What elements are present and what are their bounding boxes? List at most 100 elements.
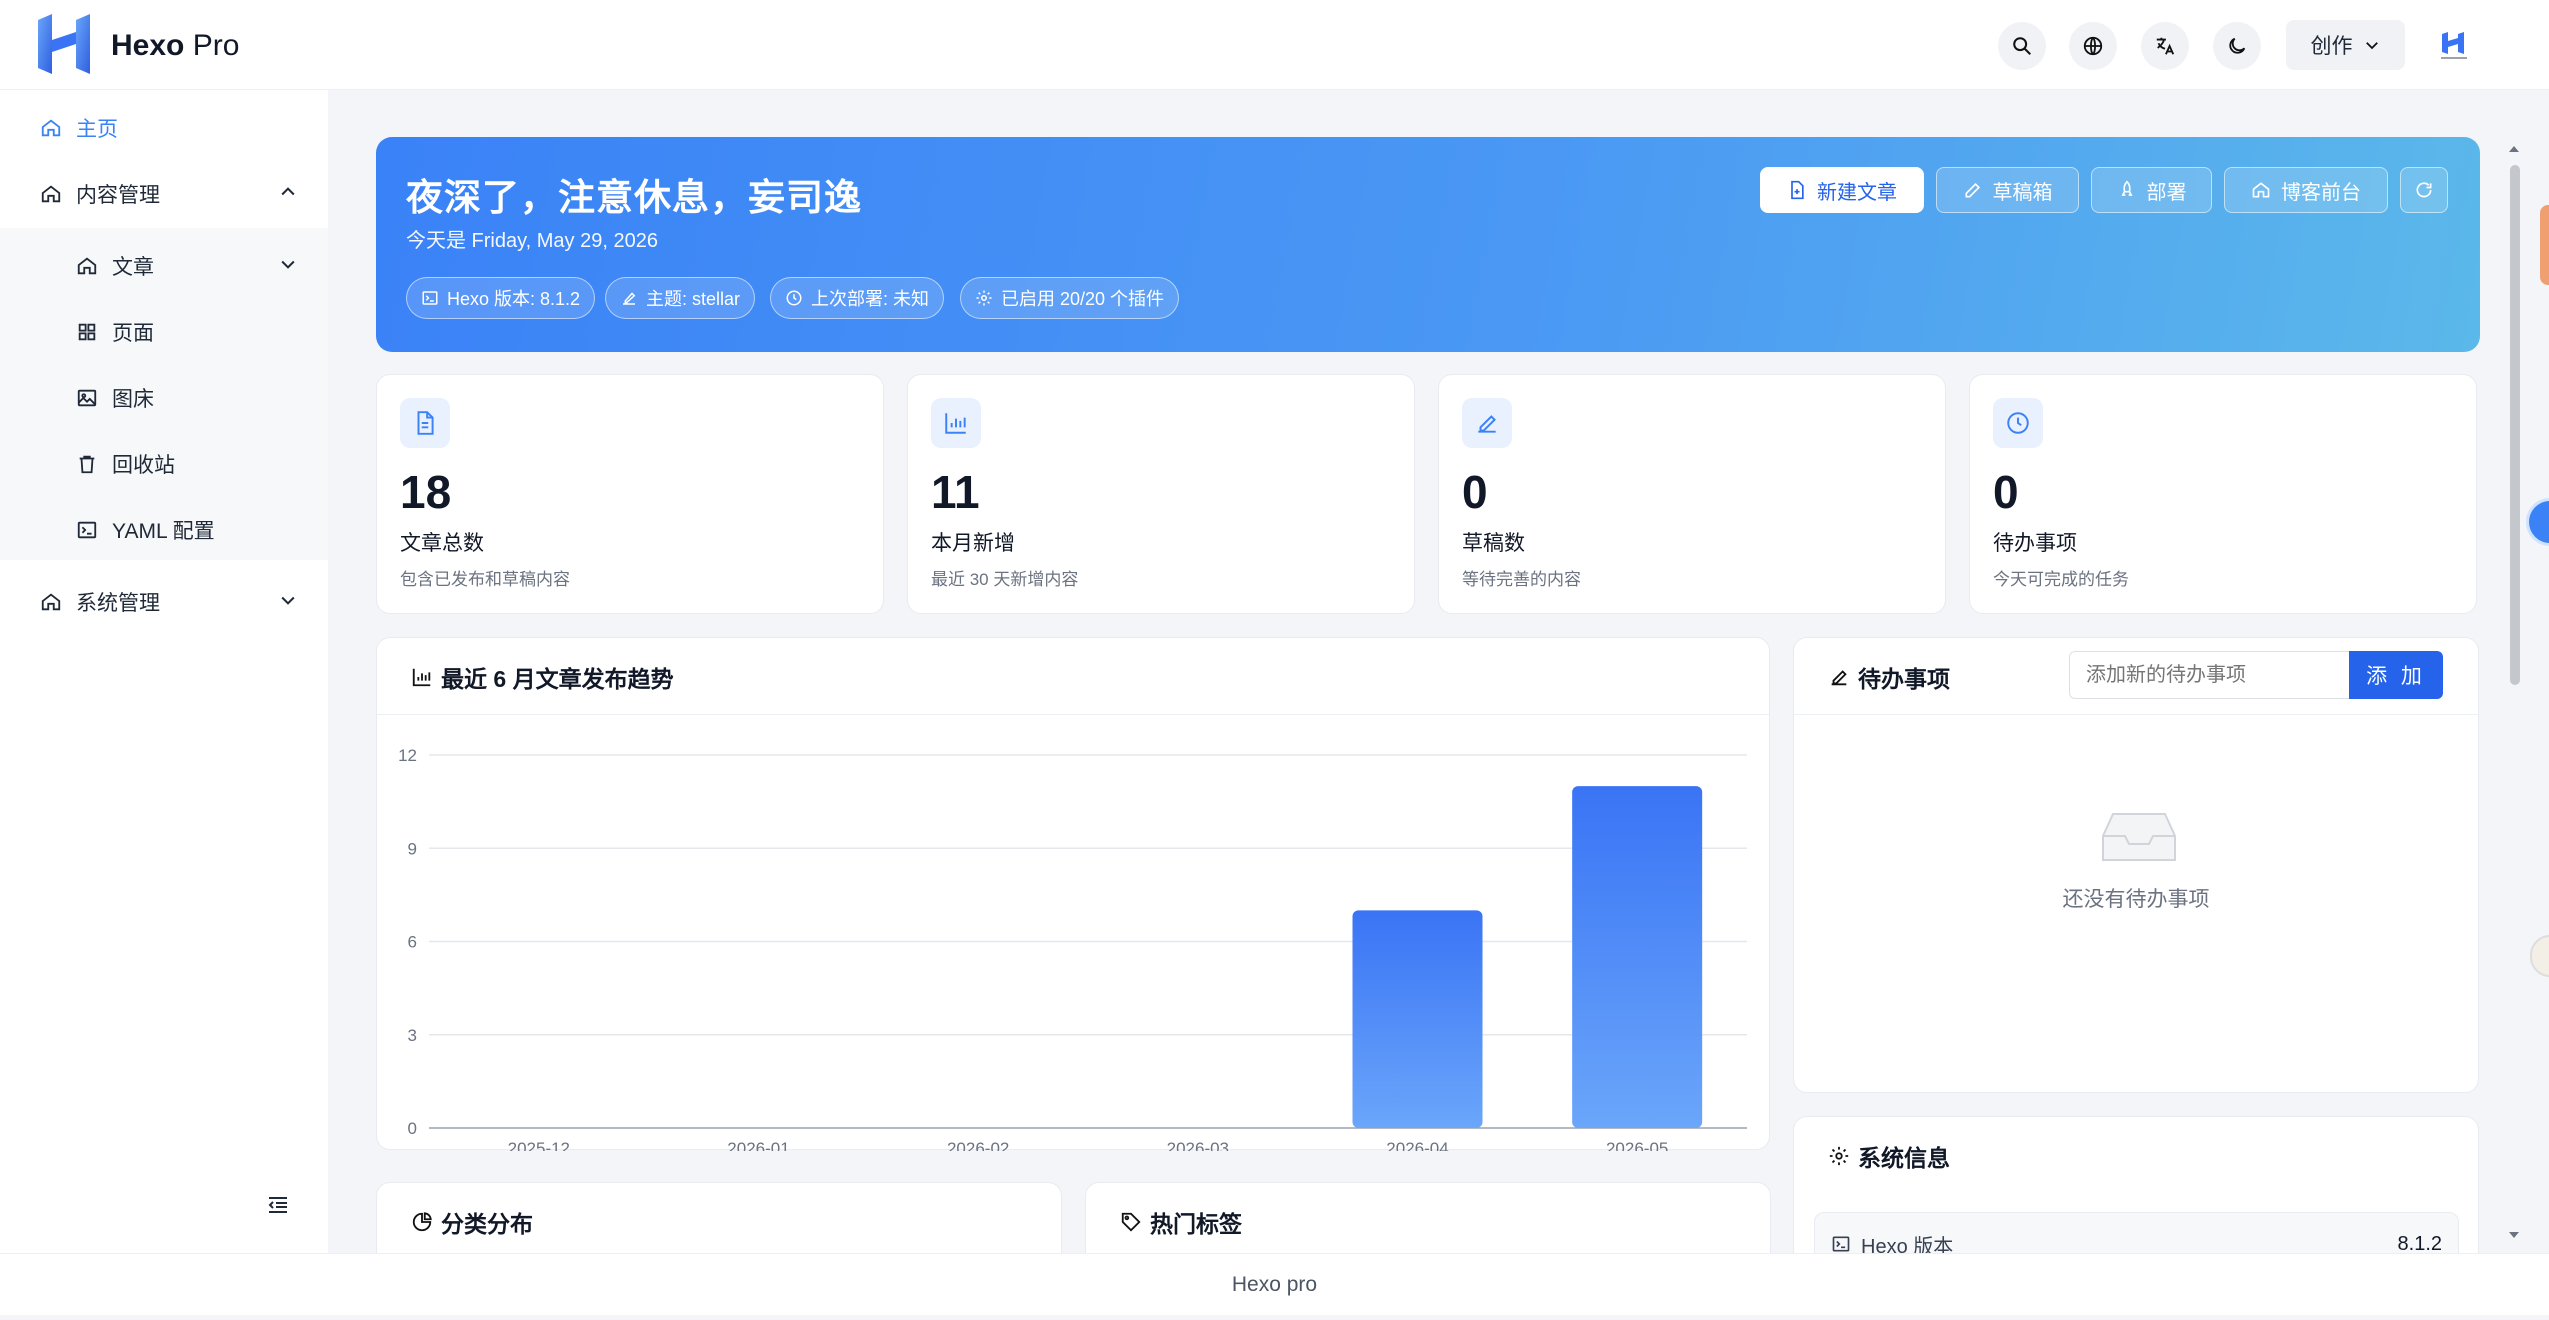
floating-mascot[interactable] (2530, 935, 2549, 977)
clock-icon (786, 290, 802, 306)
refresh-icon (2416, 182, 2432, 198)
y-tick-label: 6 (408, 933, 417, 952)
publish-trend-card: 最近 6 月文章发布趋势 0 3 6 9 12 2025-12 2026-01 2026-02… (376, 637, 1770, 1151)
todo-input[interactable] (2069, 651, 2349, 699)
search-button[interactable] (1998, 22, 2046, 70)
chevron-up-icon[interactable] (278, 182, 298, 202)
stat-icon-box (400, 398, 450, 448)
greeting-title: 夜深了，注意休息，妄司逸 (406, 177, 862, 218)
x-tick-label: 2025-12 (508, 1139, 570, 1151)
deploy-button[interactable]: 部署 (2091, 167, 2212, 213)
category-card-title: 分类分布 (411, 1205, 533, 1239)
sidebar-item-yaml-config[interactable]: YAML 配置 (76, 515, 215, 545)
card-title-text: 分类分布 (441, 1211, 533, 1237)
top-bar: Hexo Pro 创作 (0, 0, 2549, 90)
stat-description: 等待完善的内容 (1462, 570, 1581, 589)
chevron-down-icon[interactable] (278, 590, 298, 610)
add-todo-button[interactable]: 添 加 (2349, 651, 2443, 699)
sidebar-item-recycle-bin[interactable]: 回收站 (76, 449, 175, 479)
pie-chart-icon (412, 1212, 432, 1232)
date-text: 今天是 Friday, May 29, 2026 (406, 230, 658, 252)
moon-icon (2229, 37, 2246, 54)
theme-badge: 主题: stellar (605, 277, 756, 319)
new-article-button[interactable]: 新建文章 (1760, 167, 1924, 213)
scrollbar-thumb[interactable] (2510, 165, 2520, 685)
stat-description: 今天可完成的任务 (1993, 570, 2129, 589)
empty-inbox-icon (2102, 813, 2176, 861)
last-deploy-badge: 上次部署: 未知 (770, 277, 945, 319)
floating-assistant-button[interactable] (2526, 498, 2549, 546)
sidebar-item-image-bed[interactable]: 图床 (76, 383, 154, 413)
y-tick-label: 3 (408, 1026, 417, 1045)
sidebar: 主页 内容管理 文章 页面 图床 回收站 YAML 配置 系统管理 (0, 90, 328, 1253)
stat-label: 本月新增 (931, 532, 1015, 555)
sidebar-item-label: 主页 (76, 118, 118, 141)
terminal-icon (422, 291, 438, 305)
sidebar-item-label: 页面 (112, 322, 154, 345)
pencil-icon (1831, 670, 1847, 686)
button-label: 新建文章 (1817, 181, 1897, 204)
badge-label: 上次部署: 未知 (811, 289, 930, 309)
pencil-icon (1965, 182, 1980, 198)
grid-icon (78, 323, 96, 341)
sidebar-item-content-management[interactable]: 内容管理 (40, 179, 160, 209)
stat-label: 文章总数 (400, 532, 484, 555)
stat-card-monthly-new: 11 本月新增 最近 30 天新增内容 (907, 374, 1415, 614)
home-icon (41, 185, 61, 203)
badge-label: 已启用 20/20 个插件 (1001, 289, 1165, 309)
home-icon (41, 593, 61, 611)
collapse-sidebar-icon[interactable] (266, 1193, 290, 1217)
drafts-button[interactable]: 草稿箱 (1936, 167, 2079, 213)
theme-toggle-button[interactable] (2213, 22, 2261, 70)
terminal-icon (1832, 1236, 1850, 1252)
stat-description: 最近 30 天新增内容 (931, 570, 1079, 589)
sysinfo-row-hexo-version: Hexo 版本 8.1.2 (1814, 1212, 2459, 1253)
search-icon (2013, 37, 2031, 55)
sidebar-item-system-management[interactable]: 系统管理 (40, 587, 160, 617)
globe-icon (2083, 36, 2103, 56)
stat-card-drafts: 0 草稿数 等待完善的内容 (1438, 374, 1946, 614)
translate-button[interactable] (2141, 22, 2189, 70)
avatar[interactable] (2436, 26, 2472, 62)
y-tick-label: 9 (408, 839, 417, 858)
stat-label: 草稿数 (1462, 532, 1525, 555)
sidebar-item-pages[interactable]: 页面 (76, 317, 154, 347)
home-icon (77, 257, 97, 275)
stat-card-total-articles: 18 文章总数 包含已发布和草稿内容 (376, 374, 884, 614)
hexo-logo-icon[interactable] (36, 14, 92, 74)
translate-icon (2156, 37, 2175, 55)
stat-label: 待办事项 (1993, 532, 2077, 555)
gear-icon (976, 290, 992, 306)
blog-frontend-button[interactable]: 博客前台 (2224, 167, 2388, 213)
side-floating-tab[interactable] (2540, 205, 2549, 285)
sidebar-item-articles[interactable]: 文章 (76, 251, 154, 281)
card-title-text: 待办事项 (1858, 666, 1950, 692)
rocket-icon (2120, 180, 2133, 196)
refresh-button[interactable] (2400, 167, 2448, 213)
y-tick-label: 0 (408, 1119, 417, 1138)
terminal-icon (77, 521, 97, 539)
create-menu-button[interactable]: 创作 (2286, 20, 2405, 70)
sidebar-item-label: 图床 (112, 388, 154, 411)
stat-value: 0 (1462, 466, 1488, 518)
brush-icon (623, 292, 636, 305)
sysinfo-label: Hexo 版本 (1861, 1235, 1954, 1254)
x-tick-label: 2026-02 (947, 1139, 1009, 1151)
chevron-down-icon (2365, 42, 2378, 50)
chevron-down-icon[interactable] (278, 254, 298, 274)
bar-2026-04[interactable] (1352, 910, 1483, 1128)
popular-tags-card: 热门标签 (1085, 1182, 1771, 1253)
plugins-badge: 已启用 20/20 个插件 (960, 277, 1180, 319)
hexo-version-badge: Hexo 版本: 8.1.2 (406, 277, 596, 319)
sidebar-item-home[interactable]: 主页 (40, 113, 118, 143)
category-distribution-card: 分类分布 (376, 1182, 1062, 1253)
trash-icon (79, 455, 95, 474)
sidebar-item-label: 文章 (112, 256, 154, 279)
todo-card-title: 待办事项 (1828, 660, 1950, 694)
bar-2026-05[interactable] (1572, 786, 1703, 1128)
divider (1794, 714, 2478, 715)
main-content: 夜深了，注意休息，妄司逸 今天是 Friday, May 29, 2026 He… (328, 90, 2520, 1253)
x-tick-label: 2026-03 (1167, 1139, 1229, 1151)
sidebar-item-label: YAML 配置 (112, 520, 215, 543)
globe-button[interactable] (2069, 22, 2117, 70)
